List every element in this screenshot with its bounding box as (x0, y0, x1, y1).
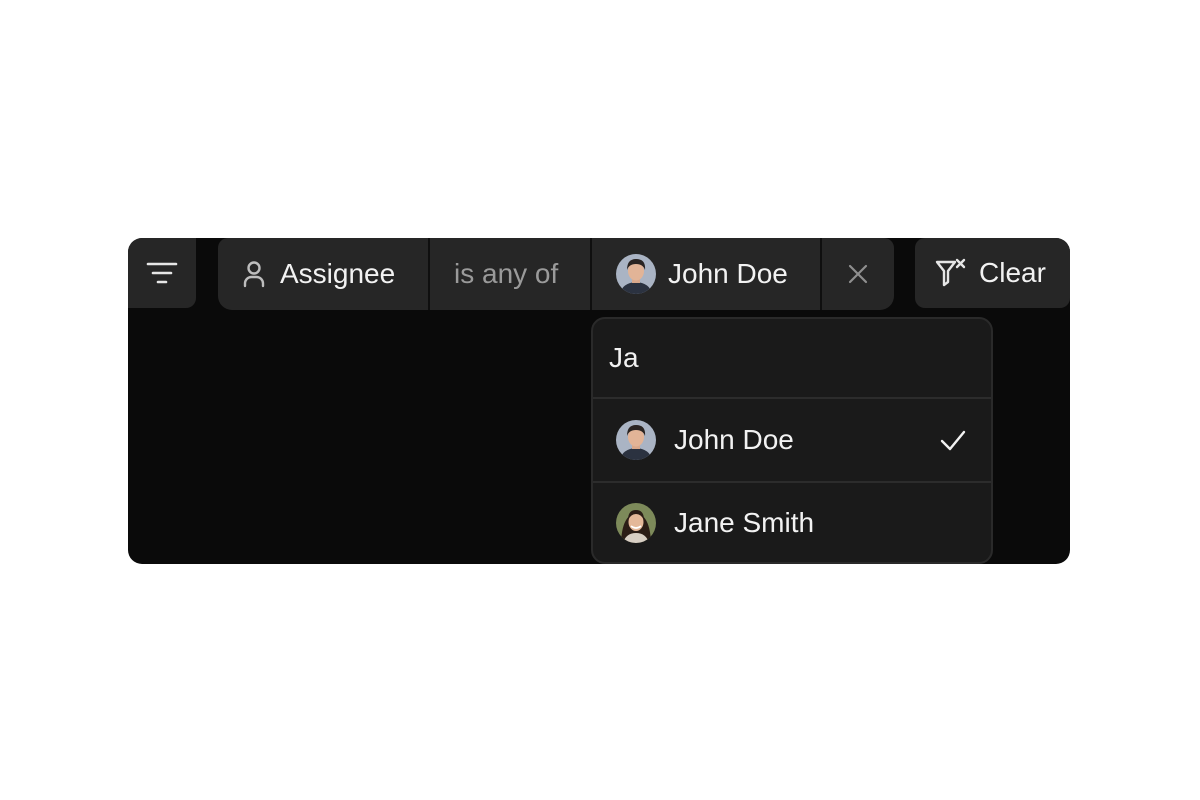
search-input[interactable] (609, 342, 949, 374)
option-label: Jane Smith (674, 507, 815, 538)
option-jane-smith[interactable]: Jane Smith (593, 481, 991, 562)
john-doe-avatar (616, 254, 656, 294)
clear-filters-button[interactable]: Clear (915, 238, 1070, 308)
option-label: John Doe (674, 424, 794, 455)
filter-panel: Assignee is any of John Doe Clear Ja Joh… (128, 238, 1070, 564)
filter-field-label: Assignee (280, 258, 396, 289)
assignee-dropdown: John Doe Jane Smith (591, 317, 993, 564)
filter-clear-icon (935, 258, 967, 288)
filter-field-button[interactable]: Assignee (218, 238, 430, 310)
filter-menu-button[interactable] (128, 238, 196, 308)
clear-label: Clear (979, 257, 1046, 288)
remove-filter-button[interactable] (822, 238, 894, 310)
filter-operator-button[interactable]: is any of (430, 238, 592, 310)
check-icon (939, 429, 967, 451)
filter-value-label: John Doe (668, 258, 788, 289)
option-john-doe[interactable]: John Doe (593, 399, 991, 481)
filter-chip: Assignee is any of John Doe (218, 238, 894, 310)
person-icon (242, 260, 266, 288)
filter-operator-label: is any of (454, 258, 559, 289)
close-icon (848, 264, 868, 284)
dropdown-search (593, 319, 991, 399)
filter-value-button[interactable]: John Doe (592, 238, 822, 310)
filter-lines-icon (146, 260, 178, 286)
john-doe-avatar (616, 420, 656, 460)
jane-smith-avatar (616, 503, 656, 543)
